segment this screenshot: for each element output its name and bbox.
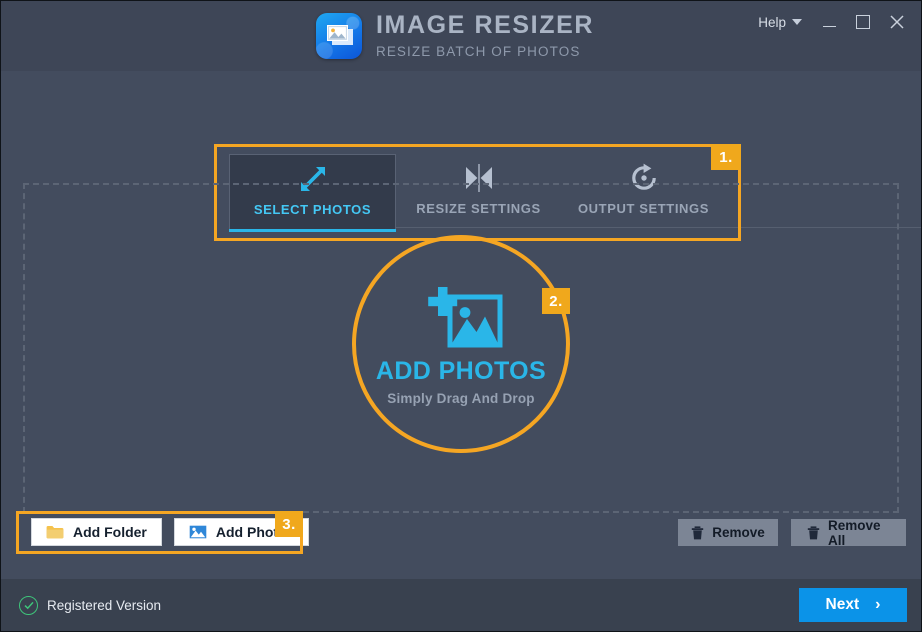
close-button[interactable] bbox=[881, 6, 913, 38]
next-button[interactable]: Next › bbox=[799, 588, 907, 622]
add-folder-label: Add Folder bbox=[73, 524, 147, 540]
footer-bar: Registered Version Next › bbox=[1, 579, 921, 631]
brand: IMAGE RESIZER RESIZE BATCH OF PHOTOS bbox=[315, 13, 594, 59]
remove-all-label: Remove All bbox=[828, 517, 881, 548]
window-controls: Help bbox=[749, 1, 913, 43]
next-label: Next bbox=[825, 596, 860, 613]
add-photos-subtitle: Simply Drag And Drop bbox=[387, 390, 535, 406]
tab-bar-region: SELECT PHOTOS RESIZE SETTINGS OUTPUT SET… bbox=[1, 71, 921, 241]
chevron-right-icon: › bbox=[875, 596, 881, 613]
image-icon bbox=[189, 525, 207, 539]
help-menu-button[interactable]: Help bbox=[749, 9, 811, 36]
registered-status: Registered Version bbox=[19, 595, 162, 615]
drop-zone[interactable]: ADD PHOTOS Simply Drag And Drop bbox=[23, 183, 899, 513]
help-label: Help bbox=[758, 14, 786, 30]
add-photos-circle-button[interactable]: ADD PHOTOS Simply Drag And Drop bbox=[352, 235, 570, 453]
trash-icon bbox=[807, 525, 820, 540]
add-buttons-group: Add Folder Add Photos bbox=[31, 518, 310, 546]
add-photos-title: ADD PHOTOS bbox=[375, 356, 547, 385]
app-subtitle: RESIZE BATCH OF PHOTOS bbox=[375, 44, 581, 60]
callout-badge-3: 3. bbox=[275, 511, 303, 537]
folder-icon bbox=[46, 525, 64, 539]
remove-button[interactable]: Remove bbox=[678, 519, 778, 546]
callout-badge-1: 1. bbox=[711, 144, 741, 170]
remove-all-button[interactable]: Remove All bbox=[791, 517, 906, 548]
photo-list-area: ADD PHOTOS Simply Drag And Drop bbox=[1, 171, 921, 525]
chevron-down-icon bbox=[792, 19, 802, 25]
remove-label: Remove bbox=[712, 525, 765, 540]
brand-text: IMAGE RESIZER RESIZE BATCH OF PHOTOS bbox=[376, 13, 594, 59]
minimize-icon bbox=[822, 25, 836, 28]
add-image-icon bbox=[418, 283, 504, 349]
photo-stack-icon bbox=[315, 13, 362, 59]
title-bar: IMAGE RESIZER RESIZE BATCH OF PHOTOS Hel… bbox=[1, 1, 921, 71]
check-circle-icon bbox=[19, 595, 38, 615]
maximize-button[interactable] bbox=[847, 6, 879, 38]
close-icon bbox=[890, 15, 904, 29]
add-folder-button[interactable]: Add Folder bbox=[31, 518, 162, 546]
maximize-icon bbox=[856, 15, 870, 29]
minimize-button[interactable] bbox=[813, 6, 845, 38]
app-title: IMAGE RESIZER bbox=[375, 11, 595, 40]
callout-badge-2: 2. bbox=[542, 288, 570, 314]
remove-buttons-group: Remove Remove All bbox=[678, 517, 906, 548]
trash-icon bbox=[691, 525, 704, 540]
registered-label: Registered Version bbox=[47, 597, 162, 613]
